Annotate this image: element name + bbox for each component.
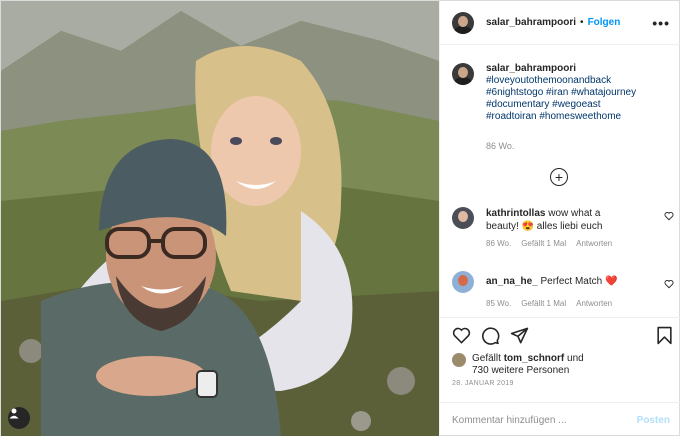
post-actions-section: Gefällt tom_schnorf und 730 weitere Pers… bbox=[440, 317, 680, 436]
comment-text: Perfect Match ❤️ bbox=[540, 276, 618, 287]
comment-reply-button[interactable]: Antworten bbox=[576, 299, 612, 308]
comment-username[interactable]: kathrintollas bbox=[486, 208, 545, 219]
commenter-avatar[interactable] bbox=[452, 271, 474, 293]
heart-icon[interactable] bbox=[664, 279, 674, 289]
share-paper-plane-icon[interactable] bbox=[510, 326, 529, 345]
likes-suffix: und bbox=[564, 353, 584, 364]
commenter-avatar[interactable] bbox=[452, 207, 474, 229]
caption-hashtags[interactable]: #loveyoutothemoonandback #6nightstogo #i… bbox=[486, 75, 636, 123]
liker-avatar[interactable] bbox=[452, 353, 466, 367]
caption-timestamp[interactable]: 86 Wo. bbox=[486, 141, 514, 151]
caption-avatar[interactable] bbox=[452, 63, 474, 85]
author-avatar[interactable] bbox=[452, 11, 474, 34]
comment-likes-count[interactable]: Gefällt 1 Mal bbox=[521, 239, 566, 248]
user-tag-button[interactable] bbox=[8, 407, 30, 429]
likes-summary: Gefällt tom_schnorf und 730 weitere Pers… bbox=[452, 353, 584, 377]
post-comment-button[interactable]: Posten bbox=[637, 415, 670, 426]
likes-prefix: Gefällt bbox=[472, 353, 504, 364]
comment-likes-count[interactable]: Gefällt 1 Mal bbox=[521, 299, 566, 308]
comment-bubble-icon[interactable] bbox=[481, 326, 500, 345]
liker-username[interactable]: tom_schnorf bbox=[504, 353, 565, 364]
add-comment-bar: Posten bbox=[440, 402, 680, 436]
author-username[interactable]: salar_bahrampoori bbox=[486, 17, 576, 28]
follow-button[interactable]: Folgen bbox=[588, 17, 621, 28]
comment-reply-button[interactable]: Antworten bbox=[576, 239, 612, 248]
comment-item: an_na_he_ Perfect Match ❤️ 85 Wo. Gefäll… bbox=[452, 271, 674, 308]
post-header: salar_bahrampoori • Folgen ••• bbox=[440, 1, 680, 45]
comment-username[interactable]: an_na_he_ bbox=[486, 276, 538, 287]
instagram-post: salar_bahrampoori • Folgen ••• salar_bah… bbox=[0, 0, 680, 436]
post-caption: salar_bahrampoori #loveyoutothemoonandba… bbox=[452, 63, 672, 123]
comment-timestamp[interactable]: 85 Wo. bbox=[486, 299, 511, 308]
post-photo[interactable] bbox=[1, 1, 439, 436]
header-separator: • bbox=[580, 17, 584, 28]
photo-illustration bbox=[1, 1, 439, 436]
comment-item: kathrintollas wow what a beauty! 😍 alles… bbox=[452, 207, 674, 248]
person-icon bbox=[9, 408, 19, 419]
load-more-comments-button[interactable]: + bbox=[550, 168, 568, 186]
comment-input[interactable] bbox=[452, 415, 622, 426]
post-details-panel: salar_bahrampoori • Folgen ••• salar_bah… bbox=[439, 1, 680, 436]
like-heart-icon[interactable] bbox=[452, 326, 471, 345]
more-options-icon[interactable]: ••• bbox=[652, 15, 670, 31]
post-date[interactable]: 28. JANUAR 2019 bbox=[452, 380, 514, 387]
heart-icon[interactable] bbox=[664, 211, 674, 221]
bookmark-icon[interactable] bbox=[656, 326, 673, 345]
comment-timestamp[interactable]: 86 Wo. bbox=[486, 239, 511, 248]
likes-others-link[interactable]: 730 weitere Personen bbox=[472, 365, 569, 376]
caption-username[interactable]: salar_bahrampoori bbox=[486, 63, 636, 75]
